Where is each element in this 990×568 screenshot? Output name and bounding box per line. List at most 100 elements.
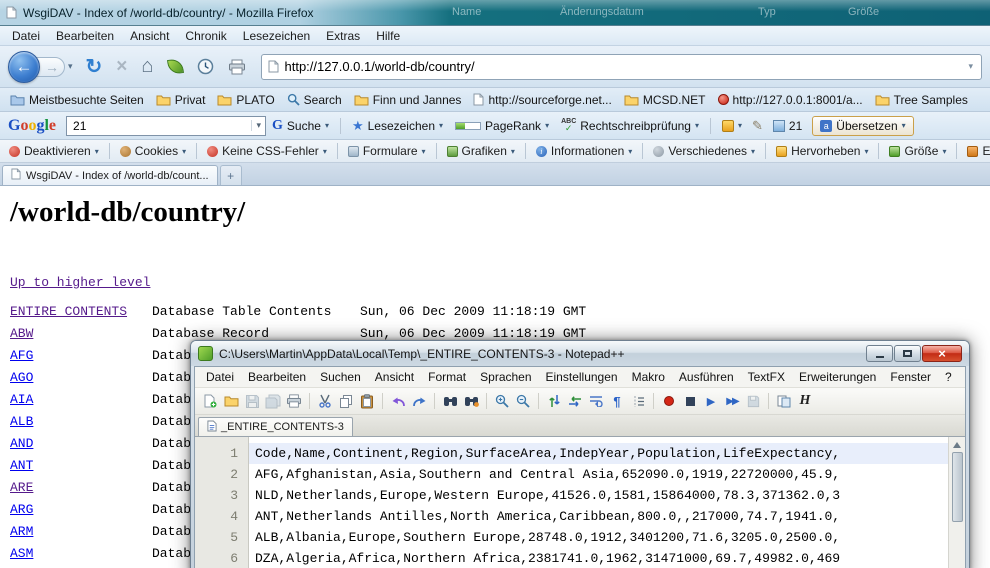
webdev-images[interactable]: Grafiken▾ xyxy=(442,142,520,160)
bookmark-localhost-8001[interactable]: http://127.0.0.1:8001/a... xyxy=(712,91,869,109)
npp-menu-textfx[interactable]: TextFX xyxy=(741,368,792,386)
bookmark-plato[interactable]: PLATO xyxy=(211,91,280,109)
bookmark-sourceforge[interactable]: http://sourceforge.net... xyxy=(467,91,617,109)
bookmark-mcsd[interactable]: MCSD.NET xyxy=(618,91,712,109)
url-dropdown-icon[interactable]: ▾ xyxy=(966,61,975,72)
google-search-box[interactable]: ▾ xyxy=(66,116,266,136)
print-icon[interactable] xyxy=(228,59,246,75)
webdev-information[interactable]: iInformationen▾ xyxy=(531,142,637,160)
new-file-icon[interactable] xyxy=(201,393,219,410)
entry-link[interactable]: ALB xyxy=(10,411,152,433)
zoom-in-icon[interactable] xyxy=(493,393,511,410)
sync-scroll-h-icon[interactable] xyxy=(566,393,584,410)
webdev-resize[interactable]: Größe▾ xyxy=(884,142,951,160)
code-line[interactable]: Code,Name,Continent,Region,SurfaceArea,I… xyxy=(249,443,948,464)
menu-chronik[interactable]: Chronik xyxy=(177,27,234,45)
history-dropdown-icon[interactable]: ▾ xyxy=(68,61,73,72)
document-switcher-icon[interactable] xyxy=(775,393,793,410)
entry-link[interactable]: AFG xyxy=(10,345,152,367)
webdev-outline[interactable]: Hervorheben▾ xyxy=(771,142,873,160)
google-search-input[interactable] xyxy=(71,118,251,134)
up-link[interactable]: Up to higher level xyxy=(10,275,150,290)
npp-menu-format[interactable]: Format xyxy=(421,368,473,386)
send-to-button[interactable]: ▾ xyxy=(716,117,748,135)
new-tab-button[interactable]: + xyxy=(220,165,242,185)
menu-ansicht[interactable]: Ansicht xyxy=(122,27,177,45)
entry-link[interactable]: AIA xyxy=(10,389,152,411)
entry-link[interactable]: ASM xyxy=(10,543,152,565)
webdev-css[interactable]: Keine CSS-Fehler▾ xyxy=(202,142,332,160)
bookmark-tree-samples[interactable]: Tree Samples xyxy=(869,91,974,109)
menu-datei[interactable]: Datei xyxy=(4,27,48,45)
entry-link[interactable]: ANT xyxy=(10,455,152,477)
open-folder-icon[interactable] xyxy=(222,393,240,410)
back-button[interactable]: ← xyxy=(8,51,40,83)
search-dropdown-icon[interactable]: ▾ xyxy=(251,120,261,131)
code-line[interactable]: AFG,Afghanistan,Asia,Southern and Centra… xyxy=(249,464,948,485)
zoom-out-icon[interactable] xyxy=(514,393,532,410)
feed-leaf-icon[interactable] xyxy=(167,58,184,75)
entry-link[interactable]: AND xyxy=(10,433,152,455)
npp-menu-help[interactable]: ? xyxy=(938,368,959,386)
npp-menu-fenster[interactable]: Fenster xyxy=(883,368,938,386)
scroll-up-icon[interactable] xyxy=(953,442,961,448)
entry-link[interactable]: ARM xyxy=(10,521,152,543)
notepad-vertical-scrollbar[interactable] xyxy=(948,437,965,568)
code-line[interactable]: DZA,Algeria,Africa,Northern Africa,23817… xyxy=(249,548,948,568)
word-find-button[interactable]: 21 xyxy=(767,116,808,136)
code-line[interactable]: ALB,Albania,Europe,Southern Europe,28748… xyxy=(249,527,948,548)
npp-menu-close[interactable]: X xyxy=(959,370,966,384)
google-bookmarks-button[interactable]: ★ Lesezeichen ▾ xyxy=(346,115,449,137)
minimize-button[interactable] xyxy=(866,345,893,362)
save-icon[interactable] xyxy=(243,393,261,410)
home-icon[interactable]: ⌂ xyxy=(141,55,153,78)
npp-menu-ausfuehren[interactable]: Ausführen xyxy=(672,368,741,386)
webdev-cookies[interactable]: Cookies▾ xyxy=(115,142,191,160)
webdev-forms[interactable]: Formulare▾ xyxy=(343,142,431,160)
url-input[interactable] xyxy=(285,59,967,74)
translate-button[interactable]: a Übersetzen ▾ xyxy=(812,116,913,136)
play-macro-icon[interactable]: ▶ xyxy=(702,393,720,410)
webdev-tools[interactable]: Extras▾ xyxy=(962,142,990,160)
notepad-tab-entire-contents[interactable]: _ENTIRE_CONTENTS-3 xyxy=(198,417,353,436)
history-clock-icon[interactable] xyxy=(197,58,214,75)
webdev-miscellaneous[interactable]: Verschiedenes▾ xyxy=(648,142,760,160)
maximize-button[interactable] xyxy=(894,345,921,362)
find-replace-icon[interactable] xyxy=(462,393,480,410)
show-all-characters-icon[interactable]: ¶ xyxy=(608,393,626,410)
reload-icon[interactable]: ↻ xyxy=(86,54,103,79)
webdev-disable[interactable]: Deaktivieren▾ xyxy=(4,142,104,160)
save-macro-icon[interactable] xyxy=(744,393,762,410)
copy-icon[interactable] xyxy=(337,393,355,410)
redo-icon[interactable] xyxy=(410,393,428,410)
pagerank-indicator[interactable]: PageRank ▾ xyxy=(449,116,555,136)
function-h-icon[interactable]: H xyxy=(796,393,814,410)
entry-link[interactable]: ABW xyxy=(10,323,152,345)
npp-menu-einstellungen[interactable]: Einstellungen xyxy=(539,368,625,386)
npp-menu-ansicht[interactable]: Ansicht xyxy=(368,368,421,386)
npp-menu-erweiterungen[interactable]: Erweiterungen xyxy=(792,368,883,386)
menu-extras[interactable]: Extras xyxy=(318,27,368,45)
highlight-pen-icon[interactable]: ✎ xyxy=(752,118,763,134)
find-icon[interactable] xyxy=(441,393,459,410)
entry-link[interactable]: ARE xyxy=(10,477,152,499)
record-macro-icon[interactable] xyxy=(660,393,678,410)
entry-link[interactable]: ARG xyxy=(10,499,152,521)
npp-menu-datei[interactable]: Datei xyxy=(199,368,241,386)
close-button[interactable]: × xyxy=(922,345,962,362)
bookmark-privat[interactable]: Privat xyxy=(150,91,212,109)
npp-menu-bearbeiten[interactable]: Bearbeiten xyxy=(241,368,313,386)
entry-link[interactable]: AGO xyxy=(10,367,152,389)
run-macro-multiple-icon[interactable]: ▶▶ xyxy=(723,393,741,410)
print-icon[interactable] xyxy=(285,393,303,410)
undo-icon[interactable] xyxy=(389,393,407,410)
scrollbar-thumb[interactable] xyxy=(952,452,963,522)
word-wrap-icon[interactable] xyxy=(587,393,605,410)
npp-menu-makro[interactable]: Makro xyxy=(625,368,672,386)
bookmark-search[interactable]: Search xyxy=(281,91,348,109)
indent-guide-icon[interactable] xyxy=(629,393,647,410)
notepad-titlebar[interactable]: C:\Users\Martin\AppData\Local\Temp\_ENTI… xyxy=(191,341,969,366)
npp-menu-sprachen[interactable]: Sprachen xyxy=(473,368,538,386)
sync-scroll-v-icon[interactable] xyxy=(545,393,563,410)
url-bar[interactable]: ▾ xyxy=(261,54,983,80)
